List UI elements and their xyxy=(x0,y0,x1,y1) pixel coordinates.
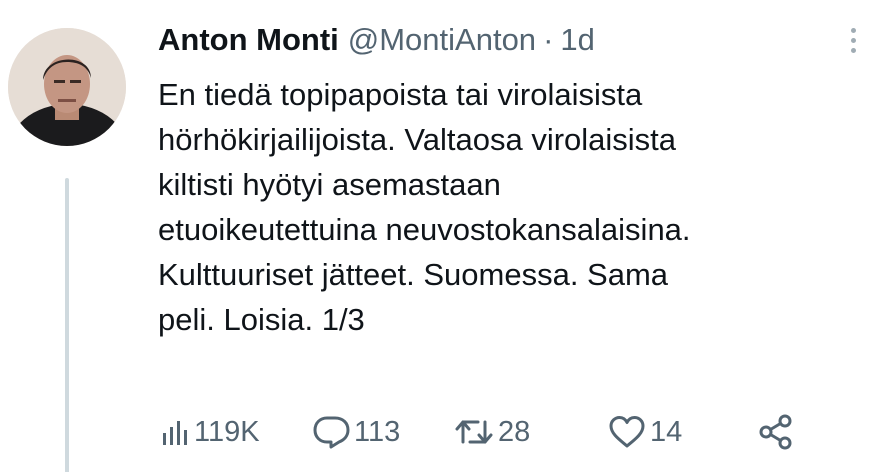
tweet-text-line: etuoikeutettuina neuvostokansalaisina. xyxy=(158,212,691,247)
like-count: 14 xyxy=(650,415,683,448)
author-handle[interactable]: @MontiAnton xyxy=(348,22,536,58)
tweet-text-line: Kulttuuriset jätteet. Suomessa. Sama xyxy=(158,257,669,292)
avatar[interactable] xyxy=(8,28,126,146)
timestamp[interactable]: 1d xyxy=(560,22,594,58)
avatar-image xyxy=(8,28,126,146)
reply-icon xyxy=(313,416,350,449)
author-name[interactable]: Anton Monti xyxy=(158,22,339,58)
tweet-header: Anton Monti @MontiAnton · 1d xyxy=(158,18,595,62)
heart-icon xyxy=(609,416,645,448)
retweet-button[interactable]: 28 xyxy=(454,407,530,457)
tweet-text-line: peli. Loisia. 1/3 xyxy=(158,302,365,337)
retweet-icon xyxy=(455,420,493,444)
tweet-text-line: kiltisti hyötyi asemastaan xyxy=(158,167,501,202)
like-button[interactable]: 14 xyxy=(608,407,682,457)
reply-count: 113 xyxy=(354,415,401,448)
thread-line xyxy=(65,178,69,472)
reply-button[interactable]: 113 xyxy=(312,407,400,457)
avatar-column xyxy=(8,28,130,472)
tweet-text: En tiedä topipapoista tai virolaisista h… xyxy=(158,72,858,342)
separator-dot: · xyxy=(543,22,554,57)
tweet-text-line: En tiedä topipapoista tai virolaisista xyxy=(158,77,643,112)
views-count: 119K xyxy=(194,415,260,448)
tweet[interactable]: Anton Monti @MontiAnton · 1d En tiedä to… xyxy=(0,0,878,472)
retweet-count: 28 xyxy=(498,415,531,448)
more-vertical-icon[interactable] xyxy=(838,18,868,62)
share-button[interactable] xyxy=(758,407,794,457)
analytics-icon xyxy=(163,421,187,445)
share-icon xyxy=(759,414,792,450)
views-button[interactable]: 119K xyxy=(160,407,260,457)
action-bar: 119K 113 28 14 xyxy=(160,407,820,457)
tweet-text-line: hörhökirjailijoista. Valtaosa virolaisis… xyxy=(158,122,677,157)
